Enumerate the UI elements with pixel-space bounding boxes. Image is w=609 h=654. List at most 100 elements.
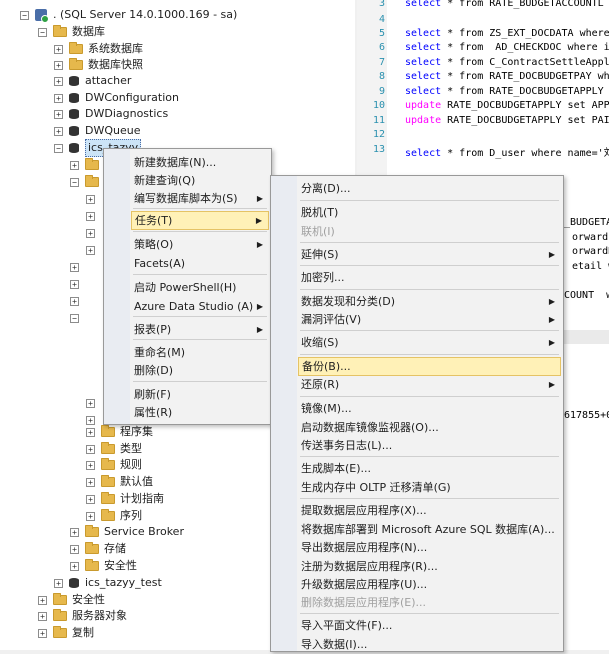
tree-server[interactable]: − . (SQL Server 14.0.1000.169 - sa)	[20, 7, 237, 23]
expand-icon[interactable]: +	[86, 444, 95, 454]
tree-security[interactable]: + 安全性	[38, 592, 105, 608]
menu-item[interactable]: 还原(R) ▶	[298, 375, 561, 394]
expand-icon[interactable]: +	[86, 477, 95, 487]
expand-icon[interactable]: +	[70, 262, 79, 272]
menu-item[interactable]: Azure Data Studio (A) ▶	[131, 297, 269, 316]
expand-icon[interactable]: +	[86, 494, 95, 504]
tree-db-attacher[interactable]: + attacher	[54, 73, 131, 89]
collapse-icon[interactable]: −	[70, 313, 79, 323]
expand-icon[interactable]: +	[38, 595, 47, 605]
menu-item[interactable]: 收缩(S) ▶	[298, 333, 561, 352]
tree-storage[interactable]: + 存储	[70, 541, 126, 557]
menu-item[interactable]: 分离(D)...	[298, 179, 561, 198]
menu-item[interactable]: 传送事务日志(L)...	[298, 436, 561, 455]
expand-icon[interactable]: +	[86, 245, 95, 255]
tree-types[interactable]: + 类型	[86, 441, 142, 457]
collapse-icon[interactable]: −	[38, 27, 47, 37]
tree-child[interactable]: +	[70, 293, 85, 309]
menu-item[interactable]: 联机(I)	[298, 222, 561, 241]
tree-broker[interactable]: + Service Broker	[70, 524, 184, 540]
menu-item[interactable]: 启动 PowerShell(H)	[131, 278, 269, 297]
expand-icon[interactable]: +	[70, 296, 79, 306]
expand-icon[interactable]: +	[54, 93, 63, 103]
menu-item[interactable]: 漏洞评估(V) ▶	[298, 310, 561, 329]
collapse-icon[interactable]: −	[70, 177, 79, 187]
tree-child[interactable]: +	[86, 191, 101, 207]
expand-icon[interactable]: +	[86, 228, 95, 238]
menu-item[interactable]: 脱机(T)	[298, 203, 561, 222]
expand-icon[interactable]: +	[54, 126, 63, 136]
menu-item[interactable]: 重命名(M)	[131, 343, 269, 362]
expand-icon[interactable]: +	[54, 76, 63, 86]
tree-db-dwdiag[interactable]: + DWDiagnostics	[54, 106, 168, 122]
code-line[interactable]: select * from AD_CHECKDOC where id	[405, 42, 609, 53]
menu-item[interactable]: 将数据库部署到 Microsoft Azure SQL 数据库(A)...	[298, 520, 561, 539]
expand-icon[interactable]: +	[86, 427, 95, 437]
code-line[interactable]: select * from RATE_DOCBUDGETPAY whe	[405, 71, 609, 82]
menu-item[interactable]: 启动数据库镜像监视器(O)...	[298, 418, 561, 437]
menu-item[interactable]: 数据发现和分类(D) ▶	[298, 292, 561, 311]
tree-child[interactable]: +	[86, 208, 101, 224]
tree-child[interactable]: +	[70, 259, 85, 275]
tree-databases[interactable]: − 数据库	[38, 24, 105, 40]
tree-child[interactable]: +	[70, 276, 85, 292]
tree-child[interactable]: +	[70, 157, 104, 173]
menu-item[interactable]: 任务(T) ▶	[131, 211, 269, 230]
menu-item[interactable]: 镜像(M)...	[298, 399, 561, 418]
expand-icon[interactable]: +	[54, 60, 63, 70]
tree-system-dbs[interactable]: + 系统数据库	[54, 41, 143, 57]
tree-server-objects[interactable]: + 服务器对象	[38, 608, 127, 624]
tree-snapshots[interactable]: + 数据库快照	[54, 57, 143, 73]
expand-icon[interactable]: +	[86, 398, 95, 408]
expand-icon[interactable]: +	[38, 611, 47, 621]
tree-db-test[interactable]: + ics_tazyy_test	[54, 575, 162, 591]
menu-item[interactable]: 导入数据(I)...	[298, 635, 561, 654]
collapse-icon[interactable]: −	[20, 10, 29, 20]
menu-item[interactable]: 属性(R)	[131, 403, 269, 422]
expand-icon[interactable]: +	[86, 194, 95, 204]
expand-icon[interactable]: +	[54, 109, 63, 119]
tree-child[interactable]: +	[86, 395, 101, 411]
expand-icon[interactable]: +	[70, 544, 79, 554]
menu-item[interactable]: 注册为数据层应用程序(R)...	[298, 557, 561, 576]
expand-icon[interactable]: +	[70, 279, 79, 289]
tree-child[interactable]: +	[86, 225, 101, 241]
menu-item[interactable]: 新建数据库(N)...	[131, 153, 269, 172]
menu-item[interactable]: 导入平面文件(F)...	[298, 616, 561, 635]
menu-item[interactable]: 删除数据层应用程序(E)...	[298, 593, 561, 612]
menu-item[interactable]: 删除(D)	[131, 361, 269, 380]
collapse-icon[interactable]: −	[54, 143, 63, 153]
menu-item[interactable]: 延伸(S) ▶	[298, 245, 561, 264]
code-line[interactable]: select * from C_ContractSettleApply	[405, 57, 609, 68]
code-line[interactable]: select * from RATE_DOCBUDGETAPPLY w	[405, 86, 609, 97]
menu-item[interactable]: 生成脚本(E)...	[298, 459, 561, 478]
code-line[interactable]: update RATE_DOCBUDGETAPPLY set PAID	[405, 115, 609, 126]
menu-item[interactable]: 报表(P) ▶	[131, 320, 269, 339]
menu-item[interactable]: 新建查询(Q)	[131, 171, 269, 190]
tree-db-security[interactable]: + 安全性	[70, 558, 137, 574]
expand-icon[interactable]: +	[86, 460, 95, 470]
code-line[interactable]: select * from RATE_BUDGETACCOUNTL where	[405, 0, 609, 9]
menu-item[interactable]: 提取数据层应用程序(X)...	[298, 501, 561, 520]
menu-item[interactable]: 编写数据库脚本为(S) ▶	[131, 189, 269, 208]
expand-icon[interactable]: +	[86, 511, 95, 521]
tree-db-dwqueue[interactable]: + DWQueue	[54, 123, 140, 139]
menu-item[interactable]: 导出数据层应用程序(N)...	[298, 538, 561, 557]
menu-item[interactable]: 策略(O) ▶	[131, 235, 269, 254]
expand-icon[interactable]: +	[70, 527, 79, 537]
menu-item[interactable]: 生成内存中 OLTP 迁移清单(G)	[298, 478, 561, 497]
tree-defaults[interactable]: + 默认值	[86, 474, 153, 490]
tree-planguides[interactable]: + 计划指南	[86, 491, 164, 507]
tree-db-dwconfig[interactable]: + DWConfiguration	[54, 90, 179, 106]
code-line[interactable]: select * from ZS_EXT_DOCDATA where	[405, 28, 609, 39]
tree-child[interactable]: +	[86, 242, 101, 258]
expand-icon[interactable]: +	[70, 160, 79, 170]
menu-item[interactable]: 升级数据层应用程序(U)...	[298, 575, 561, 594]
tree-replication[interactable]: + 复制	[38, 625, 94, 641]
tree-child[interactable]: −	[70, 310, 85, 326]
menu-item[interactable]: 刷新(F)	[131, 385, 269, 404]
expand-icon[interactable]: +	[38, 628, 47, 638]
expand-icon[interactable]: +	[86, 211, 95, 221]
expand-icon[interactable]: +	[54, 578, 63, 588]
expand-icon[interactable]: +	[70, 561, 79, 571]
